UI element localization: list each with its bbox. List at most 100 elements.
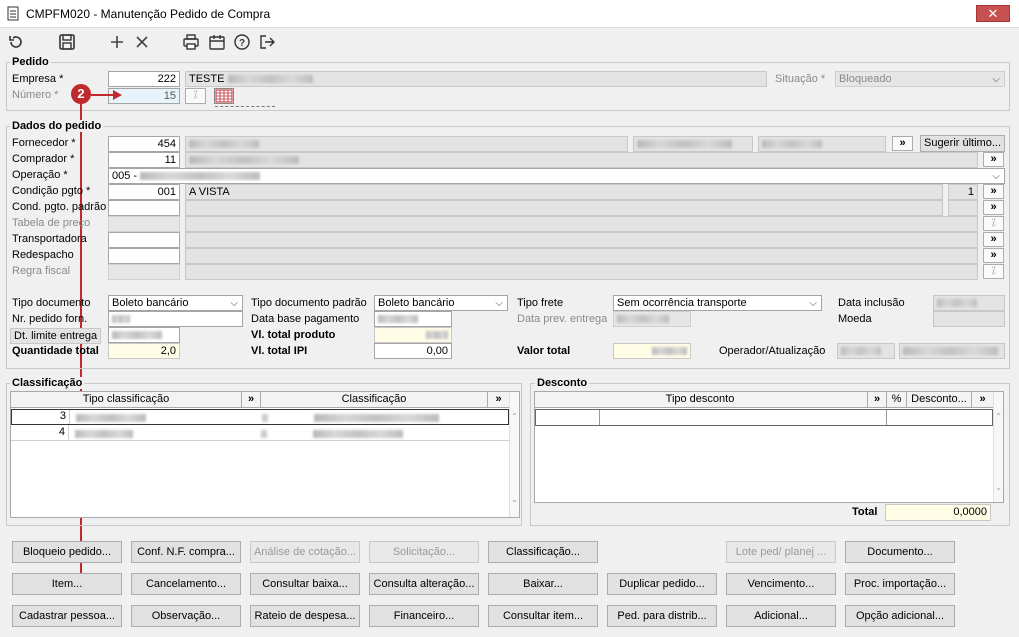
- operacao-label: Operação *: [12, 169, 68, 181]
- tabela-label: Tabela de preço: [12, 217, 91, 229]
- transportadora-code-input[interactable]: [108, 232, 180, 248]
- quantidade-field: 2,0: [108, 343, 180, 359]
- blurred-text: [378, 315, 418, 324]
- dt-limite-input[interactable]: [108, 327, 180, 343]
- col-tipo-desconto[interactable]: Tipo desconto: [535, 392, 865, 407]
- consultar-item-button[interactable]: Consultar item...: [488, 605, 598, 627]
- calendar-icon[interactable]: [208, 33, 226, 51]
- sugerir-ultimo-button[interactable]: Sugerir último...: [920, 135, 1005, 152]
- title-bar: CMPFM020 - Manutenção Pedido de Compra ✕: [0, 0, 1019, 28]
- calendar-grid-button[interactable]: [214, 88, 234, 104]
- add-icon[interactable]: [108, 33, 126, 51]
- grid-icon: [215, 89, 233, 103]
- classificacao-scrollbar[interactable]: ⌃ ⌄: [509, 392, 519, 517]
- consulta-alteracao-button[interactable]: Consulta alteração...: [369, 573, 479, 595]
- data-inclusao-field: [933, 295, 1005, 311]
- nr-pedido-input[interactable]: [108, 311, 243, 327]
- baixar-button[interactable]: Baixar...: [488, 573, 598, 595]
- documento-button[interactable]: Documento...: [845, 541, 955, 563]
- col-tipo-more-button[interactable]: »: [241, 392, 261, 408]
- fornecedor-more-button[interactable]: »: [892, 136, 913, 151]
- row-tipo-text: [75, 428, 133, 440]
- comprador-more-button[interactable]: »: [983, 152, 1004, 167]
- save-icon[interactable]: [58, 33, 76, 51]
- comprador-code-input[interactable]: 11: [108, 152, 180, 168]
- cadastrar-pessoa-button[interactable]: Cadastrar pessoa...: [12, 605, 122, 627]
- col-class-more-button[interactable]: »: [487, 392, 509, 408]
- regra-search-button[interactable]: ⁒: [983, 264, 1004, 279]
- situacao-value: Bloqueado: [839, 73, 892, 85]
- quantidade-label: Quantidade total: [12, 345, 99, 357]
- bloqueio-pedido-button[interactable]: Bloqueio pedido...: [12, 541, 122, 563]
- ped-para-distrib-button[interactable]: Ped. para distrib...: [607, 605, 717, 627]
- table-row[interactable]: 3: [11, 409, 509, 425]
- situacao-select[interactable]: Bloqueado ⌵: [835, 71, 1005, 87]
- data-base-input[interactable]: [374, 311, 452, 327]
- fornecedor-doc-field: [633, 136, 753, 152]
- col-classificacao[interactable]: Classificação: [261, 392, 487, 407]
- regra-name-field: [185, 264, 978, 280]
- numero-search-button[interactable]: ⁒: [185, 88, 206, 104]
- cond-padrao-more-button[interactable]: »: [983, 200, 1004, 215]
- redespacho-more-button[interactable]: »: [983, 248, 1004, 263]
- financeiro-button[interactable]: Financeiro...: [369, 605, 479, 627]
- vencimento-button[interactable]: Vencimento...: [726, 573, 836, 595]
- table-row[interactable]: [535, 409, 993, 426]
- tipo-doc-padrao-select[interactable]: Boleto bancário ⌵: [374, 295, 508, 311]
- blurred-text: [189, 156, 299, 165]
- transportadora-label: Transportadora: [12, 233, 87, 245]
- classificacao-button[interactable]: Classificação...: [488, 541, 598, 563]
- rateio-despesa-button[interactable]: Rateio de despesa...: [250, 605, 360, 627]
- transportadora-more-button[interactable]: »: [983, 232, 1004, 247]
- cancelamento-button[interactable]: Cancelamento...: [131, 573, 241, 595]
- tipo-doc-label: Tipo documento: [12, 297, 91, 309]
- tabela-search-button[interactable]: ⁒: [983, 216, 1004, 231]
- empresa-name-text: TESTE: [189, 73, 225, 85]
- regra-code-input[interactable]: [108, 264, 180, 280]
- close-button[interactable]: ✕: [976, 5, 1010, 22]
- redespacho-code-input[interactable]: [108, 248, 180, 264]
- condicao-more-button[interactable]: »: [983, 184, 1004, 199]
- blurred-text: [841, 347, 881, 356]
- transportadora-name-field: [185, 232, 978, 248]
- tipo-doc-select[interactable]: Boleto bancário ⌵: [108, 295, 243, 311]
- opcao-adicional-button[interactable]: Opção adicional...: [845, 605, 955, 627]
- vl-total-produto-label: Vl. total produto: [251, 329, 336, 341]
- classificacao-section-title: Classificação: [10, 377, 85, 389]
- blurred-text: [76, 414, 146, 423]
- fornecedor-code-input[interactable]: 454: [108, 136, 180, 152]
- col-percent[interactable]: %: [887, 392, 907, 408]
- duplicar-pedido-button[interactable]: Duplicar pedido...: [607, 573, 717, 595]
- blurred-text: [189, 140, 259, 149]
- proc-importacao-button[interactable]: Proc. importação...: [845, 573, 955, 595]
- cond-padrao-code-input[interactable]: [108, 200, 180, 216]
- operacao-select[interactable]: 005 - ⌵: [108, 168, 1005, 184]
- analise-cotacao-button[interactable]: Análise de cotação...: [250, 541, 360, 563]
- observacao-button[interactable]: Observação...: [131, 605, 241, 627]
- consultar-baixa-button[interactable]: Consultar baixa...: [250, 573, 360, 595]
- help-icon[interactable]: ?: [233, 33, 251, 51]
- data-prev-input[interactable]: [613, 311, 691, 327]
- lote-ped-planej-button[interactable]: Lote ped/ planej ...: [726, 541, 836, 563]
- delete-icon[interactable]: [133, 33, 151, 51]
- solicitacao-button[interactable]: Solicitação...: [369, 541, 479, 563]
- item-button[interactable]: Item...: [12, 573, 122, 595]
- conf-nf-compra-button[interactable]: Conf. N.F. compra...: [131, 541, 241, 563]
- col-desconto[interactable]: Desconto...: [907, 392, 971, 408]
- adicional-button[interactable]: Adicional...: [726, 605, 836, 627]
- tipo-frete-select[interactable]: Sem ocorrência transporte ⌵: [613, 295, 822, 311]
- tabela-code-input[interactable]: [108, 216, 180, 232]
- col-tipo-desc-more-button[interactable]: »: [867, 392, 887, 408]
- desconto-scrollbar[interactable]: ⌃ ⌄: [993, 392, 1003, 502]
- data-base-label: Data base pagamento: [251, 313, 360, 325]
- col-tipo-classificacao[interactable]: Tipo classificação: [11, 392, 241, 407]
- empresa-name-field: TESTE: [185, 71, 767, 87]
- print-icon[interactable]: [182, 33, 200, 51]
- table-row[interactable]: 4: [11, 425, 509, 441]
- exit-icon[interactable]: [258, 33, 276, 51]
- col-desc-more-button[interactable]: »: [971, 392, 993, 408]
- row-cell: [536, 410, 600, 425]
- empresa-code-input[interactable]: 222: [108, 71, 180, 87]
- refresh-icon[interactable]: [7, 33, 25, 51]
- condicao-code-input[interactable]: 001: [108, 184, 180, 200]
